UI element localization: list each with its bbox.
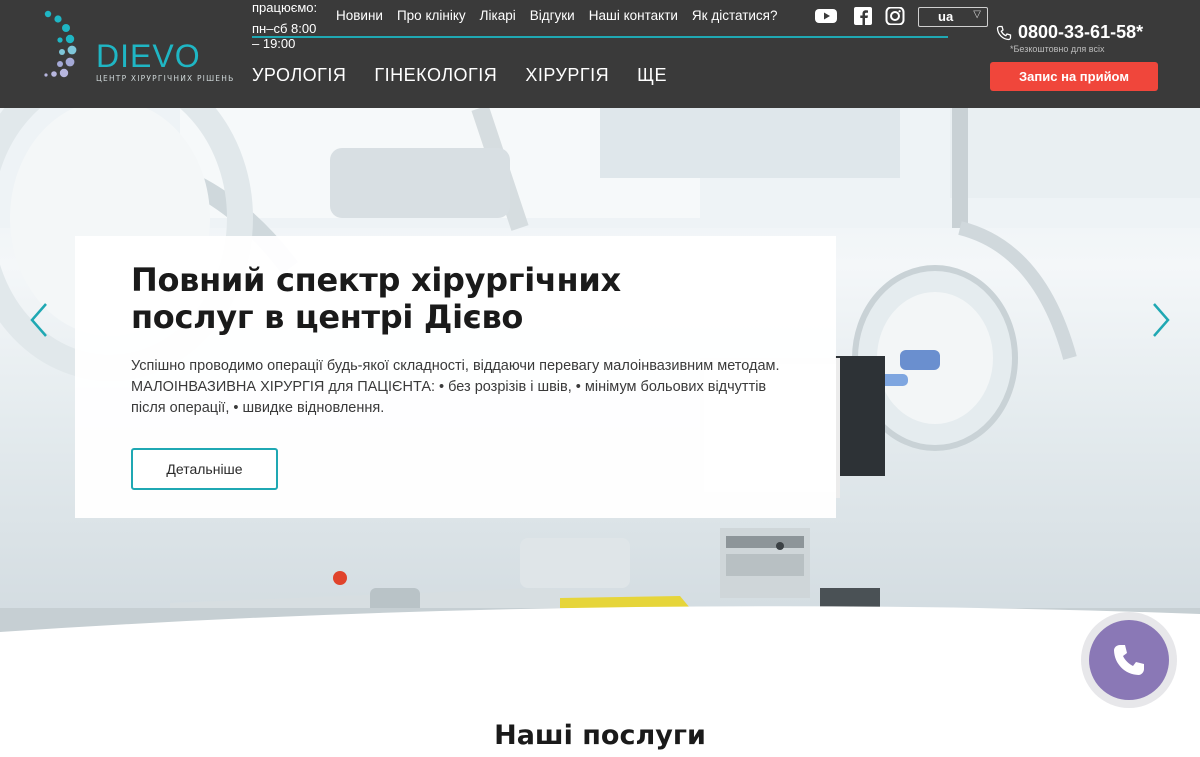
top-nav-about[interactable]: Про клініку xyxy=(397,8,466,23)
services-title: Наші послуги xyxy=(494,720,706,751)
hours-days: пн–сб 8:00 xyxy=(252,21,317,36)
main-nav-more[interactable]: ЩЕ xyxy=(637,65,667,86)
phone-icon xyxy=(996,25,1012,40)
top-nav-contacts[interactable]: Наші контакти xyxy=(589,8,678,23)
top-nav-reviews[interactable]: Відгуки xyxy=(530,8,575,23)
call-button-circle xyxy=(1089,620,1169,700)
phone-number: 0800-33-61-58* xyxy=(1018,22,1144,42)
chevron-down-icon: ▽ xyxy=(973,9,981,20)
top-nav: Новини Про клініку Лікарі Відгуки Наші к… xyxy=(336,8,792,23)
book-appointment-button[interactable]: Запис на прийом xyxy=(990,62,1158,91)
youtube-icon[interactable] xyxy=(815,7,837,25)
site-header: DIEVO ЦЕНТР ХІРУРГІЧНИХ РІШЕНЬ працюємо:… xyxy=(0,0,1200,108)
header-divider xyxy=(252,36,948,38)
logo-text: DIEVO xyxy=(96,38,201,74)
logo-dots-icon xyxy=(44,10,77,78)
language-select[interactable]: ua ▽ xyxy=(918,7,988,27)
hours-label: працюємо: xyxy=(252,0,318,15)
call-button[interactable] xyxy=(1081,612,1177,708)
working-hours: працюємо: пн–сб 8:00 – 19:00 xyxy=(252,0,332,51)
language-value: ua xyxy=(938,9,954,24)
top-nav-doctors[interactable]: Лікарі xyxy=(480,8,516,23)
logo-tagline: ЦЕНТР ХІРУРГІЧНИХ РІШЕНЬ xyxy=(96,74,235,83)
chevron-right-icon[interactable] xyxy=(1148,300,1172,340)
hours-time: – 19:00 xyxy=(252,36,296,51)
main-nav: УРОЛОГІЯ ГІНЕКОЛОГІЯ ХІРУРГІЯ ЩЕ xyxy=(252,65,695,86)
phone-note: *Безкоштовно для всіх xyxy=(1010,44,1105,54)
hero-title: Повний спектр хірургічних послуг в центр… xyxy=(131,261,621,336)
details-button[interactable]: Детальніше xyxy=(131,448,278,490)
facebook-icon[interactable] xyxy=(852,7,874,25)
main-nav-surgery[interactable]: ХІРУРГІЯ xyxy=(525,65,609,86)
logo[interactable]: DIEVO ЦЕНТР ХІРУРГІЧНИХ РІШЕНЬ xyxy=(40,10,233,83)
instagram-icon[interactable] xyxy=(884,7,906,25)
hero-description: Успішно проводимо операції будь-якої скл… xyxy=(131,358,780,416)
phone-icon xyxy=(1114,645,1144,675)
top-nav-news[interactable]: Новини xyxy=(336,8,383,23)
hero-card: Повний спектр хірургічних послуг в центр… xyxy=(75,236,836,518)
main-nav-gynecology[interactable]: ГІНЕКОЛОГІЯ xyxy=(374,65,497,86)
hero-curve xyxy=(0,606,1200,640)
top-nav-directions[interactable]: Як дістатися? xyxy=(692,8,778,23)
chevron-left-icon[interactable] xyxy=(28,300,52,340)
main-nav-urology[interactable]: УРОЛОГІЯ xyxy=(252,65,346,86)
phone-block: 0800-33-61-58* *Безкоштовно для всіх xyxy=(996,22,1166,54)
phone-link[interactable]: 0800-33-61-58* xyxy=(996,22,1166,43)
